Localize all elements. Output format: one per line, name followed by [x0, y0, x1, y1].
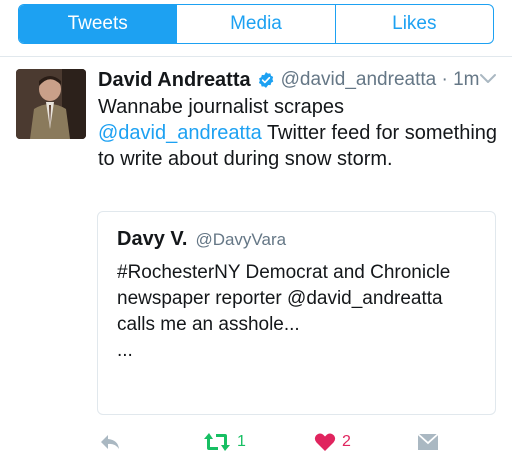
author-handle-time[interactable]: @david_andreatta · 1m	[281, 69, 480, 91]
like-count: 2	[342, 433, 351, 450]
heart-icon	[314, 433, 336, 451]
retweet-button[interactable]: 1	[203, 426, 246, 458]
like-button[interactable]: 2	[314, 426, 351, 458]
quoted-ellipsis: ...	[117, 340, 133, 361]
author-name[interactable]: David Andreatta	[98, 69, 251, 92]
quoted-text: #RochesterNY Democrat and Chronicle news…	[117, 260, 477, 364]
direct-message-button[interactable]	[417, 426, 439, 458]
verified-badge-icon	[258, 72, 273, 88]
chevron-down-icon[interactable]	[479, 73, 497, 85]
quoted-author-handle: @DavyVara	[195, 230, 287, 249]
tab-media[interactable]: Media	[176, 5, 334, 43]
tab-tweets[interactable]: Tweets	[19, 5, 177, 43]
tweet-actions: 1 2	[0, 426, 512, 458]
tweet-text-part: Wannabe journalist scrapes	[98, 96, 345, 118]
reply-button[interactable]	[98, 426, 122, 458]
tab-likes[interactable]: Likes	[334, 5, 493, 43]
reply-icon	[101, 435, 119, 449]
tweet-mention-link[interactable]: @david_andreatta	[98, 122, 262, 144]
avatar[interactable]	[16, 69, 86, 139]
quoted-author-name: Davy V.	[117, 228, 188, 250]
quoted-tweet-card[interactable]: Davy V. @DavyVara #RochesterNY Democrat …	[97, 211, 496, 415]
quoted-text-body: #RochesterNY Democrat and Chronicle news…	[117, 262, 451, 335]
quoted-header: Davy V. @DavyVara	[117, 228, 286, 251]
direct-message-icon	[417, 433, 439, 450]
tweet-header: David Andreatta @david_andreatta · 1m	[98, 66, 479, 94]
retweet-count: 1	[237, 433, 246, 450]
profile-tabs: Tweets Media Likes	[18, 4, 494, 44]
divider	[0, 56, 512, 57]
tweet-text: Wannabe journalist scrapes @david_andrea…	[98, 94, 498, 172]
retweet-icon	[204, 433, 230, 451]
